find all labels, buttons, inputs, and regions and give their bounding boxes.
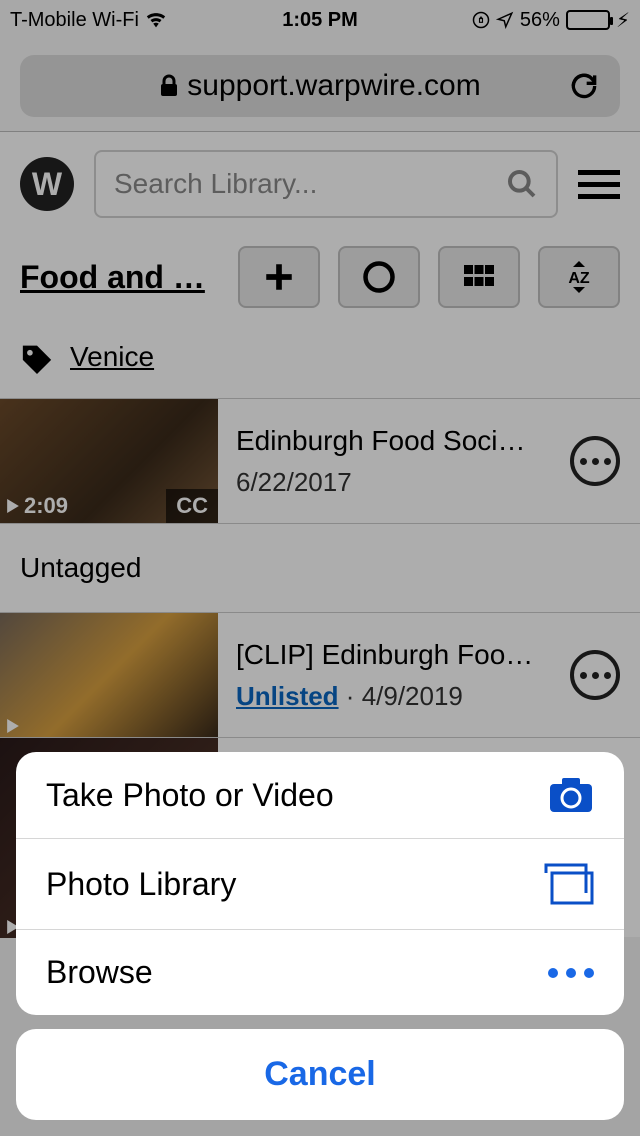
sheet-item-label: Browse (46, 954, 153, 991)
sheet-browse[interactable]: Browse (16, 930, 624, 1015)
photo-library-icon (544, 863, 594, 905)
action-sheet: Take Photo or Video Photo Library Browse… (16, 752, 624, 1120)
sheet-item-label: Take Photo or Video (46, 777, 334, 814)
sheet-take-photo[interactable]: Take Photo or Video (16, 752, 624, 839)
camera-icon (548, 776, 594, 814)
cancel-button[interactable]: Cancel (16, 1029, 624, 1120)
ellipsis-icon (548, 968, 594, 978)
sheet-photo-library[interactable]: Photo Library (16, 839, 624, 930)
sheet-item-label: Photo Library (46, 866, 236, 903)
